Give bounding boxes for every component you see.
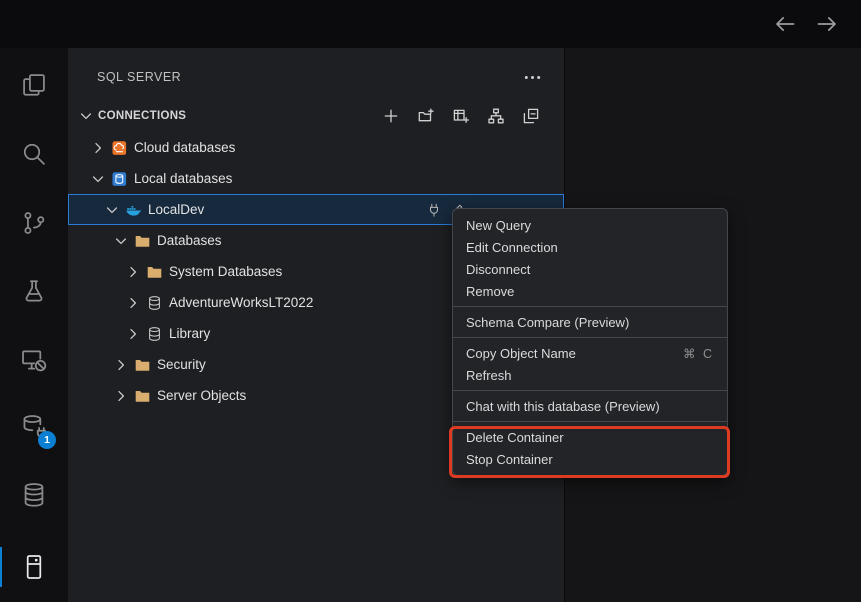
- menu-separator: [453, 390, 727, 391]
- tree-item-label: Security: [157, 357, 206, 372]
- menu-item-copy-object-name[interactable]: Copy Object Name ⌘ C: [453, 342, 727, 364]
- beaker-icon: [20, 278, 48, 306]
- new-deployment-icon[interactable]: [453, 108, 469, 124]
- tree-item-label: Library: [169, 326, 210, 341]
- title-bar: [0, 0, 861, 48]
- source-control-icon: [20, 209, 48, 237]
- chevron-right-icon[interactable]: [125, 264, 141, 280]
- menu-item-label: Delete Container: [466, 430, 564, 445]
- context-menu: New Query Edit Connection Disconnect Remove…: [452, 208, 728, 476]
- activity-bar-item-search[interactable]: [0, 130, 68, 178]
- tree-item-local-databases[interactable]: Local databases: [68, 163, 564, 194]
- activity-bar-item-copy[interactable]: [0, 61, 68, 109]
- cloud-database-icon: [110, 140, 128, 156]
- active-indicator: [0, 547, 2, 587]
- menu-item-label: Chat with this database (Preview): [466, 399, 660, 414]
- menu-item-edit-connection[interactable]: Edit Connection: [453, 236, 727, 258]
- sidebar-header: SQL SERVER: [68, 48, 564, 100]
- collapse-all-icon[interactable]: [523, 108, 539, 124]
- activity-bar-item-container-registry[interactable]: [0, 471, 68, 519]
- docker-whale-icon: [124, 202, 142, 218]
- section-toolbar: [383, 108, 539, 124]
- menu-item-label: Schema Compare (Preview): [466, 315, 629, 330]
- connections-section-header[interactable]: CONNECTIONS: [68, 100, 564, 132]
- menu-item-shortcut: ⌘ C: [683, 346, 714, 361]
- menu-item-delete-container[interactable]: Delete Container: [453, 426, 727, 448]
- menu-item-disconnect[interactable]: Disconnect: [453, 258, 727, 280]
- menu-item-chat-with-this-database-preview[interactable]: Chat with this database (Preview): [453, 395, 727, 417]
- folder-icon: [145, 264, 163, 280]
- chevron-right-icon[interactable]: [90, 140, 106, 156]
- sidebar-title: SQL SERVER: [97, 70, 181, 84]
- tree-item-label: Cloud databases: [134, 140, 235, 155]
- containers-icon: [20, 553, 48, 581]
- menu-separator: [453, 421, 727, 422]
- menu-item-label: Copy Object Name: [466, 346, 576, 361]
- notification-badge: 1: [38, 431, 56, 449]
- activity-bar: 1: [0, 48, 68, 602]
- chevron-right-icon[interactable]: [113, 388, 129, 404]
- chevron-right-icon[interactable]: [113, 357, 129, 373]
- menu-item-stop-container[interactable]: Stop Container: [453, 448, 727, 470]
- tree-item-label: Server Objects: [157, 388, 246, 403]
- chevron-down-icon[interactable]: [104, 202, 120, 218]
- vscode-window: 1 SQL SERVER CONNECTIONS Cloud databases…: [0, 0, 861, 602]
- folder-icon: [133, 388, 151, 404]
- chevron-right-icon[interactable]: [125, 326, 141, 342]
- tree-item-label: LocalDev: [148, 202, 204, 217]
- folder-icon: [133, 357, 151, 373]
- menu-item-label: Disconnect: [466, 262, 530, 277]
- menu-separator: [453, 337, 727, 338]
- menu-item-label: Stop Container: [466, 452, 553, 467]
- activity-bar-item-source-control[interactable]: [0, 199, 68, 247]
- chevron-down-icon[interactable]: [113, 233, 129, 249]
- copy-icon: [20, 71, 48, 99]
- menu-item-label: Refresh: [466, 368, 512, 383]
- new-connection-group-icon[interactable]: [418, 108, 434, 124]
- menu-item-refresh[interactable]: Refresh: [453, 364, 727, 386]
- back-arrow-icon[interactable]: [773, 12, 797, 36]
- activity-bar-item-beaker[interactable]: [0, 268, 68, 316]
- chevron-down-icon[interactable]: [78, 108, 94, 124]
- chevron-down-icon[interactable]: [90, 171, 106, 187]
- menu-item-new-query[interactable]: New Query: [453, 214, 727, 236]
- tree-item-label: System Databases: [169, 264, 282, 279]
- tree-item-label: AdventureWorksLT2022: [169, 295, 313, 310]
- menu-item-label: Remove: [466, 284, 514, 299]
- folder-icon: [133, 233, 151, 249]
- connections-section-label: CONNECTIONS: [98, 110, 186, 122]
- local-database-icon: [110, 171, 128, 187]
- add-icon[interactable]: [383, 108, 399, 124]
- database-icon: [145, 326, 163, 342]
- container-registry-icon: [20, 481, 48, 509]
- plug-icon[interactable]: [427, 203, 441, 217]
- tree-item-label: Databases: [157, 233, 222, 248]
- more-actions-icon[interactable]: [523, 68, 542, 87]
- menu-item-remove[interactable]: Remove: [453, 280, 727, 302]
- nav-arrows: [773, 0, 839, 48]
- tree-item-label: Local databases: [134, 171, 232, 186]
- menu-item-label: Edit Connection: [466, 240, 558, 255]
- menu-separator: [453, 306, 727, 307]
- activity-bar-item-remote-monitor-off[interactable]: [0, 336, 68, 384]
- activity-bar-item-containers[interactable]: [0, 543, 68, 591]
- menu-item-label: New Query: [466, 218, 531, 233]
- tree-item-cloud-databases[interactable]: Cloud databases: [68, 132, 564, 163]
- database-icon: [145, 295, 163, 311]
- search-icon: [20, 140, 48, 168]
- forward-arrow-icon[interactable]: [815, 12, 839, 36]
- activity-bar-item-database-connection[interactable]: 1: [0, 403, 68, 451]
- chevron-right-icon[interactable]: [125, 295, 141, 311]
- menu-item-schema-compare-preview[interactable]: Schema Compare (Preview): [453, 311, 727, 333]
- remote-monitor-off-icon: [20, 346, 48, 374]
- hierarchy-icon[interactable]: [488, 108, 504, 124]
